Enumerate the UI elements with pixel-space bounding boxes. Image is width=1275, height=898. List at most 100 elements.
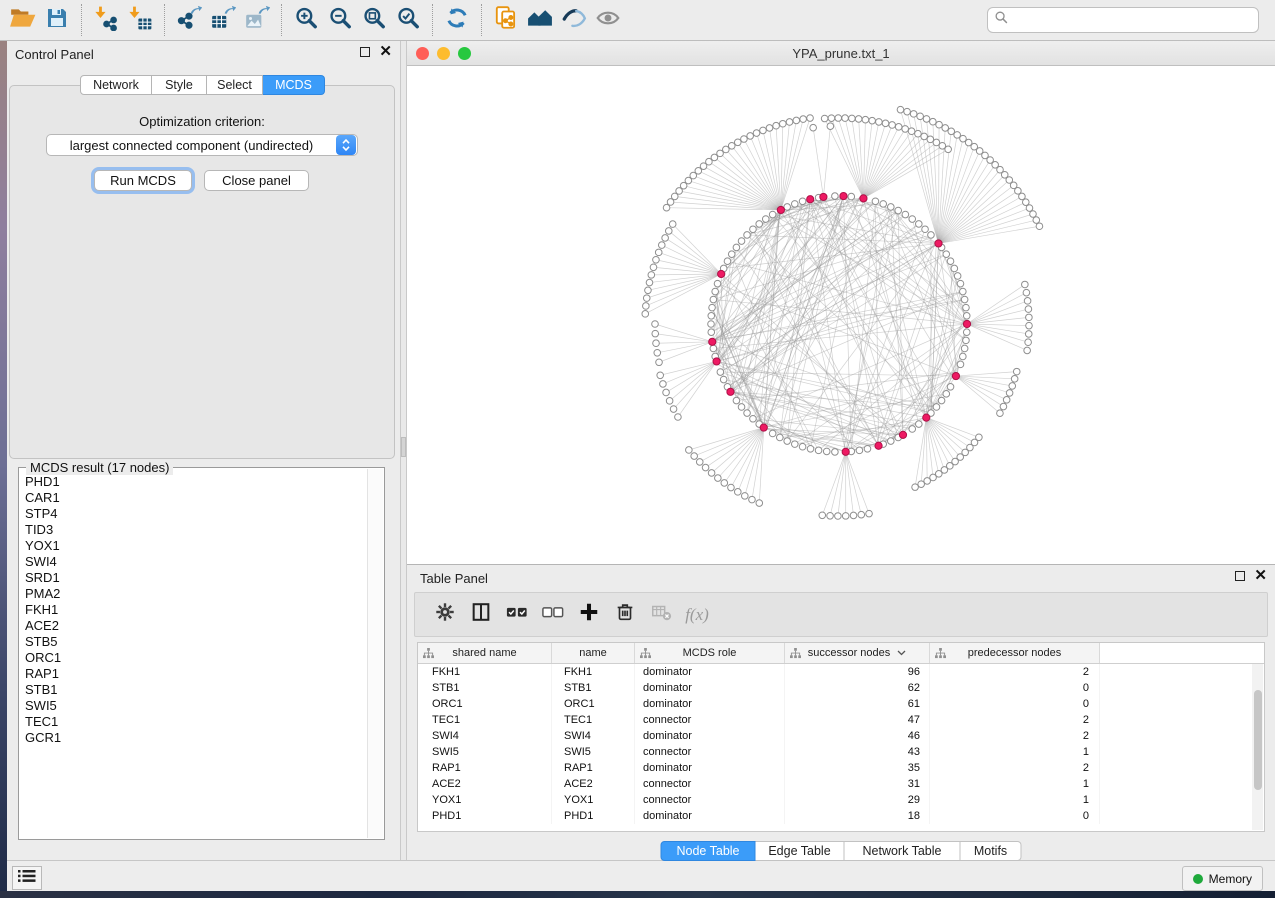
table-scrollbar-thumb[interactable] xyxy=(1254,690,1262,790)
close-panel-icon[interactable]: ✕ xyxy=(379,47,392,57)
table-cell: connector xyxy=(635,776,785,792)
network-overview-button[interactable] xyxy=(523,3,557,37)
tab-node-table[interactable]: Node Table xyxy=(661,841,756,861)
column-header-name[interactable]: name xyxy=(552,643,635,663)
save-session-button[interactable] xyxy=(40,3,74,37)
table-row[interactable]: ACE2ACE2connector311 xyxy=(418,776,1264,792)
table-cell: 1 xyxy=(930,776,1100,792)
table-header-filler xyxy=(1100,643,1264,663)
float-panel-icon[interactable] xyxy=(360,47,370,57)
export-table-button[interactable] xyxy=(206,3,240,37)
gear-icon xyxy=(434,601,456,628)
function-builder-button-disabled: f(x) xyxy=(679,597,715,633)
delete-column-button[interactable] xyxy=(607,597,643,633)
tab-select[interactable]: Select xyxy=(207,75,263,95)
table-row[interactable]: FKH1FKH1dominator962 xyxy=(418,664,1264,680)
add-column-button[interactable] xyxy=(571,597,607,633)
criterion-dropdown[interactable]: largest connected component (undirected) xyxy=(46,134,358,156)
desktop-wallpaper-left xyxy=(0,41,7,891)
checked-boxes-icon xyxy=(505,601,529,628)
table-settings-button[interactable] xyxy=(427,597,463,633)
table-cell: PHD1 xyxy=(552,808,635,824)
import-table-button[interactable] xyxy=(123,3,157,37)
table-row[interactable]: PHD1PHD1dominator180 xyxy=(418,808,1264,824)
mcds-result-item: SWI4 xyxy=(25,554,367,570)
table-cell: 0 xyxy=(930,696,1100,712)
close-window-icon[interactable] xyxy=(416,47,429,60)
table-row[interactable]: RAP1RAP1dominator352 xyxy=(418,760,1264,776)
hide-details-eye-icon xyxy=(561,5,587,36)
column-header-shared-name[interactable]: shared name xyxy=(418,643,552,663)
table-row[interactable]: SWI5SWI5connector431 xyxy=(418,744,1264,760)
maximize-window-icon[interactable] xyxy=(458,47,471,60)
mcds-result-item: STP4 xyxy=(25,506,367,522)
desktop-wallpaper-bottom xyxy=(0,891,1275,898)
column-header-mcds-role[interactable]: MCDS role xyxy=(635,643,785,663)
table-cell: dominator xyxy=(635,808,785,824)
show-panels-button[interactable] xyxy=(12,866,42,890)
memory-label: Memory xyxy=(1209,872,1252,886)
mcds-result-item: SWI5 xyxy=(25,698,367,714)
refresh-button[interactable] xyxy=(440,3,474,37)
zoom-out-icon xyxy=(327,5,353,36)
column-header-successor-nodes[interactable]: successor nodes xyxy=(785,643,930,663)
minimize-window-icon[interactable] xyxy=(437,47,450,60)
main-toolbar xyxy=(0,0,1275,41)
tab-network-table[interactable]: Network Table xyxy=(845,841,961,861)
table-panel-title: Table Panel xyxy=(407,571,488,586)
close-table-panel-icon[interactable]: ✕ xyxy=(1254,571,1267,581)
search-input[interactable] xyxy=(1009,9,1258,31)
search-box[interactable] xyxy=(987,7,1259,33)
table-cell: dominator xyxy=(635,728,785,744)
table-row[interactable]: ORC1ORC1dominator610 xyxy=(418,696,1264,712)
table-row[interactable]: STB1STB1dominator620 xyxy=(418,680,1264,696)
tab-network[interactable]: Network xyxy=(80,75,152,95)
table-cell: 61 xyxy=(785,696,930,712)
import-table-icon xyxy=(127,5,153,36)
network-titlebar[interactable]: YPA_prune.txt_1 xyxy=(407,41,1275,66)
table-cell: FKH1 xyxy=(418,664,552,680)
float-table-panel-icon[interactable] xyxy=(1235,571,1245,581)
memory-button[interactable]: Memory xyxy=(1182,866,1263,891)
table-scrollbar[interactable] xyxy=(1252,664,1263,830)
deselect-all-button[interactable] xyxy=(535,597,571,633)
import-network-button[interactable] xyxy=(89,3,123,37)
run-mcds-button[interactable]: Run MCDS xyxy=(94,170,192,191)
tab-edge-table[interactable]: Edge Table xyxy=(756,841,845,861)
tab-style[interactable]: Style xyxy=(152,75,207,95)
show-column-panel-button[interactable] xyxy=(463,597,499,633)
clone-network-button[interactable] xyxy=(489,3,523,37)
splitter-handle[interactable] xyxy=(401,437,406,457)
tab-motifs[interactable]: Motifs xyxy=(961,841,1022,861)
search-icon xyxy=(994,10,1009,30)
table-cell: 1 xyxy=(930,744,1100,760)
column-header-predecessor-nodes[interactable]: predecessor nodes xyxy=(930,643,1100,663)
zoom-in-button[interactable] xyxy=(289,3,323,37)
tab-mcds[interactable]: MCDS xyxy=(263,75,325,95)
export-network-button[interactable] xyxy=(172,3,206,37)
zoom-in-icon xyxy=(293,5,319,36)
table-row[interactable]: YOX1YOX1connector291 xyxy=(418,792,1264,808)
vertical-splitter[interactable] xyxy=(400,41,407,860)
open-file-button[interactable] xyxy=(6,3,40,37)
table-row[interactable]: SWI4SWI4dominator462 xyxy=(418,728,1264,744)
close-panel-button[interactable]: Close panel xyxy=(204,170,309,191)
export-table-icon xyxy=(210,5,236,36)
mcds-result-box: MCDS result (17 nodes) PHD1CAR1STP4TID3Y… xyxy=(18,467,385,840)
zoom-out-button[interactable] xyxy=(323,3,357,37)
zoom-selected-button[interactable] xyxy=(391,3,425,37)
table-cell: 18 xyxy=(785,808,930,824)
zoom-fit-button[interactable] xyxy=(357,3,391,37)
mcds-result-item: TID3 xyxy=(25,522,367,538)
table-row[interactable]: TEC1TEC1connector472 xyxy=(418,712,1264,728)
mcds-result-item: ORC1 xyxy=(25,650,367,666)
export-image-button[interactable] xyxy=(240,3,274,37)
select-all-button[interactable] xyxy=(499,597,535,633)
hide-details-button[interactable] xyxy=(557,3,591,37)
mcds-result-item: YOX1 xyxy=(25,538,367,554)
show-details-button[interactable] xyxy=(591,3,625,37)
table-cell: connector xyxy=(635,744,785,760)
network-view[interactable] xyxy=(407,66,1273,564)
result-scrollbar[interactable] xyxy=(367,469,383,838)
open-folder-icon xyxy=(9,5,37,36)
